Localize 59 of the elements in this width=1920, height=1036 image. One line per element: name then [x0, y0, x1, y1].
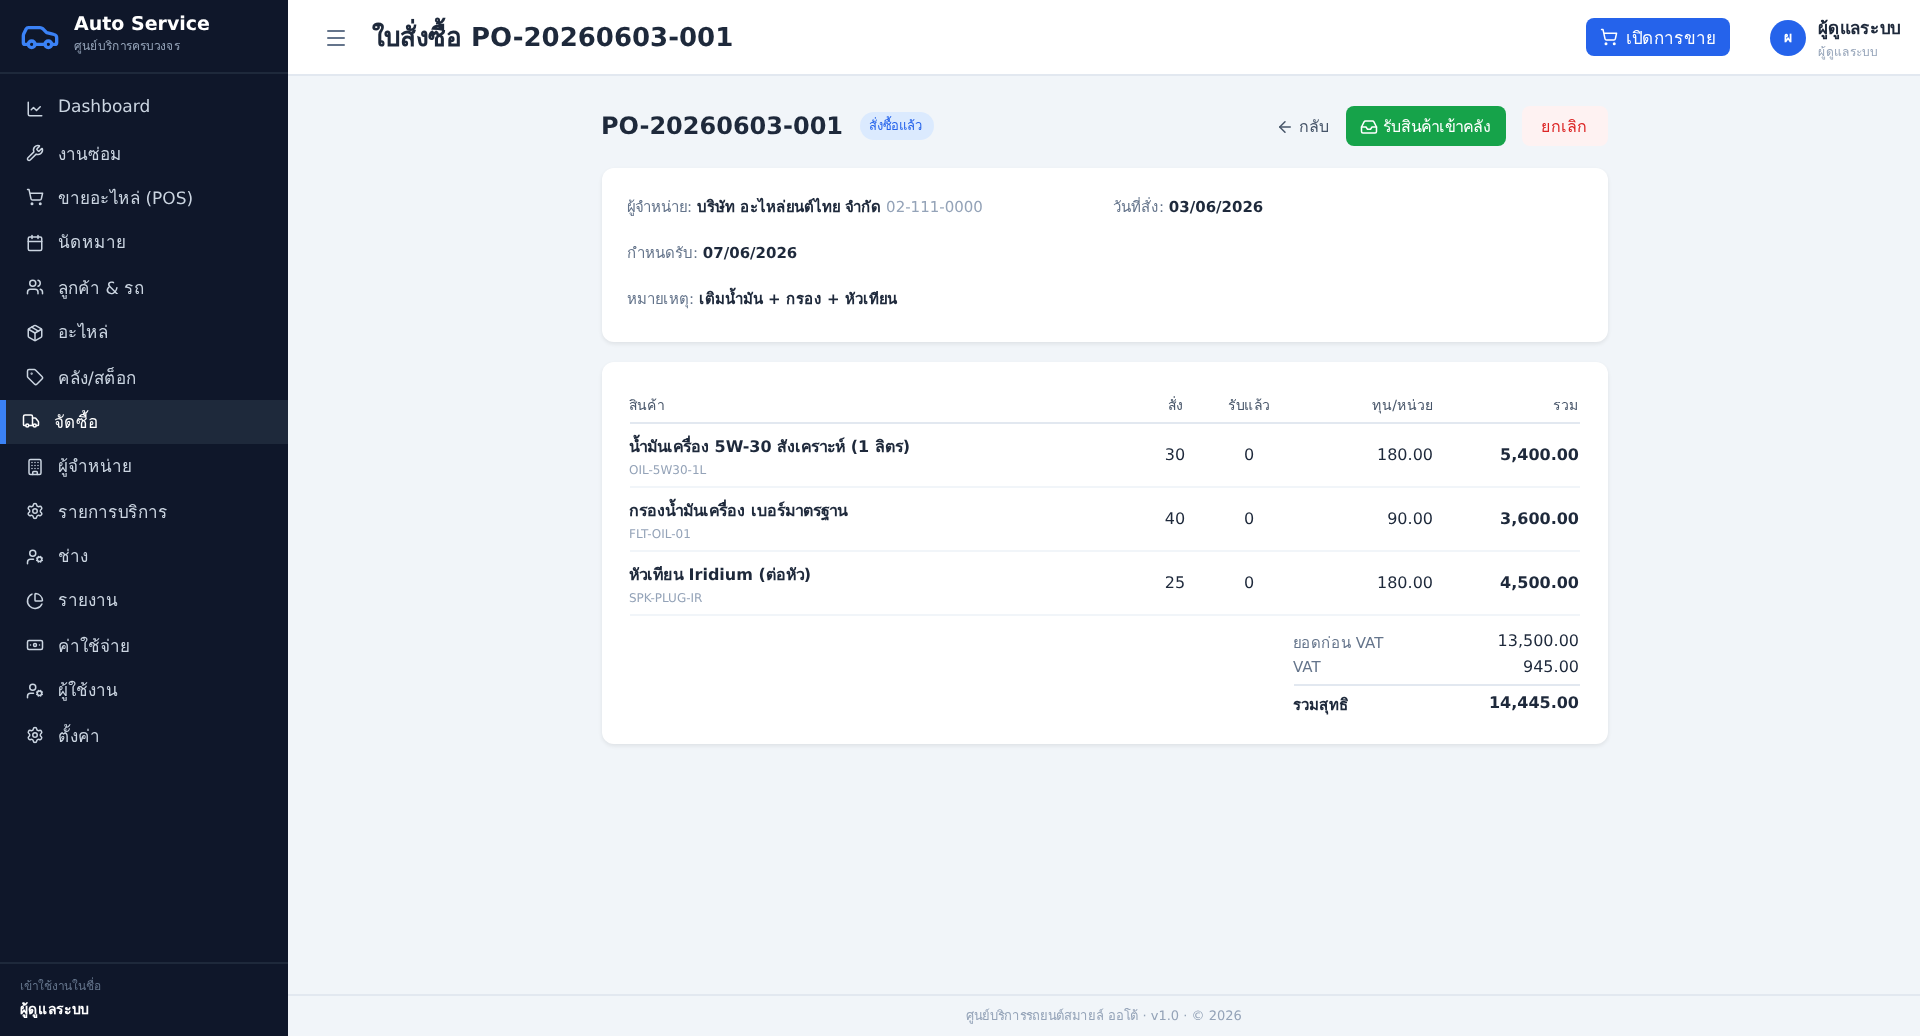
table-cell-text: 90.00 — [1385, 510, 1433, 528]
calendar-icon — [26, 233, 44, 252]
sidebar-item[interactable]: ช่าง — [0, 533, 288, 579]
table-cell-text: 180.00 — [1375, 446, 1433, 464]
product-name: หัวเทียน Iridium (ต่อหัว) — [629, 563, 814, 587]
cart-icon — [26, 188, 44, 207]
cart-icon — [1600, 28, 1618, 46]
pie-chart-icon — [26, 591, 44, 610]
table-cell-text: 0 — [1241, 446, 1257, 464]
table-cell-text: 0 — [1241, 574, 1257, 592]
gear-icon — [26, 502, 44, 521]
table-cell-text: 3,600.00 — [1498, 510, 1579, 528]
sidebar-item[interactable]: นัดหมาย — [0, 220, 288, 266]
brand-title: Auto Service — [74, 14, 210, 36]
summary-value: 945.00 — [1523, 658, 1579, 676]
arrow-left-icon — [1275, 117, 1293, 135]
user-gear-icon — [26, 681, 44, 700]
sidebar-item[interactable]: ค่าใช้จ่าย — [0, 623, 288, 669]
product-name: น้ำมันเครื่อง 5W-30 สังเคราะห์ (1 ลิตร) — [629, 433, 913, 459]
sidebar-item[interactable]: รายการบริการ — [0, 489, 288, 534]
table-cell-text: 5,400.00 — [1498, 446, 1579, 464]
page-title: ใบสั่งซื้อ PO-20260603-001 — [372, 16, 1562, 58]
chart-icon — [26, 99, 44, 118]
box-icon — [26, 323, 44, 342]
table-cell-text: 0 — [1241, 510, 1257, 528]
tag-icon — [26, 368, 44, 387]
summary-value: 13,500.00 — [1497, 632, 1579, 650]
summary-value: 14,445.00 — [1488, 694, 1579, 712]
settings-icon — [26, 726, 44, 745]
user-gear-icon — [26, 547, 44, 566]
wrench-icon — [26, 144, 44, 163]
table-cell-text: 30 — [1162, 446, 1188, 464]
table-cell-text: 25 — [1162, 574, 1188, 592]
sidebar-item[interactable]: จัดซื้อ — [0, 399, 288, 445]
product-name: กรองน้ำมันเครื่อง เบอร์มาตรฐาน — [629, 497, 850, 523]
cancel-button[interactable]: ยกเลิก — [1521, 106, 1607, 146]
sidebar-item[interactable]: ขายอะไหล่ (POS) — [0, 175, 288, 221]
table-cell-text: 40 — [1162, 510, 1188, 528]
sidebar-item[interactable]: คลัง/สต็อก — [0, 354, 288, 400]
users-icon — [26, 278, 44, 297]
sidebar-item[interactable]: รายงาน — [0, 578, 288, 624]
banknote-icon — [26, 636, 44, 655]
sidebar-item[interactable]: ลูกค้า & รถ — [0, 265, 288, 310]
back-link[interactable]: กลับ — [1275, 113, 1329, 139]
inbox-icon — [1359, 117, 1377, 135]
sidebar-item[interactable]: ตั้งค่า — [0, 712, 288, 758]
sidebar-item[interactable]: Dashboard — [0, 86, 288, 131]
order-number: PO-20260603-001 — [601, 112, 844, 140]
sidebar-item[interactable]: ผู้จำหน่าย — [0, 444, 288, 490]
building-icon — [26, 457, 44, 476]
table-cell-text: 4,500.00 — [1498, 574, 1579, 592]
open-pos-button[interactable]: เปิดการขาย — [1586, 18, 1730, 56]
table-cell-text: 180.00 — [1375, 574, 1433, 592]
user-name: ผู้ดูแลระบบ — [1818, 17, 1900, 41]
truck-icon — [22, 412, 40, 431]
sidebar-item[interactable]: อะไหล่ — [0, 309, 288, 355]
sidebar-item[interactable]: งานซ่อม — [0, 130, 288, 176]
sidebar-item[interactable]: ผู้ใช้งาน — [0, 668, 288, 713]
menu-icon[interactable] — [324, 25, 348, 49]
